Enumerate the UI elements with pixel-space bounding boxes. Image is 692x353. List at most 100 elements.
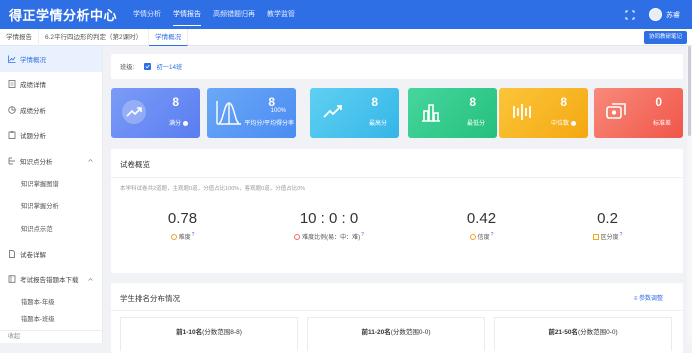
- sidebar-item-label: 知识点分析: [20, 158, 53, 166]
- overview-title: 试卷概览: [120, 160, 150, 169]
- paper-overview-card: 试卷概览 本学科试卷共2道题，主观题0道，分值占比100%，客观题0道，分值占比…: [111, 149, 683, 273]
- sidebar-item-scores[interactable]: 成绩详情: [0, 72, 102, 98]
- sidebar: 学情概况 成绩详情 成绩分析 试题分析 知识点分析 知识掌握图谱 知识掌握分析 …: [0, 46, 103, 343]
- metric-difficulty: 0.78 难度?: [111, 211, 254, 242]
- sidebar-item-label: 试题分析: [20, 133, 46, 141]
- sidebar-item-label: 考试报告错题本下载: [20, 277, 79, 285]
- scrollbar-thumb[interactable]: [688, 46, 691, 136]
- sidebar-item-label: 成绩分析: [20, 107, 46, 115]
- rank-box-21-50: 前21-50名(分数范围0-0): [494, 317, 672, 351]
- metric-discrimination: 0.2 区分度?: [536, 211, 679, 241]
- ranking-title: 学生排名分布情况: [120, 294, 180, 303]
- trend-up-icon: [122, 100, 146, 124]
- metric-difficulty-ratio: 10 : 0 : 0 难度比例(易：中：难)?: [254, 211, 404, 241]
- divider: [111, 310, 683, 311]
- stat-card-min-score: 8 最低分: [408, 88, 497, 138]
- stat-label: 最高分: [368, 121, 387, 127]
- crumb-exam[interactable]: 6.2平行四边形的判定（第2课时）: [39, 28, 150, 46]
- stat-value: 8: [371, 95, 378, 109]
- stat-card-full-score: 8 满分: [111, 88, 200, 138]
- stat-value: 0: [655, 95, 662, 109]
- crumb-report[interactable]: 学情报告: [0, 28, 39, 46]
- class-name[interactable]: 初一14班: [156, 62, 182, 71]
- metric-reliability: 0.42 信度?: [410, 210, 553, 242]
- help-icon: ?: [361, 232, 364, 238]
- trend-up-icon: [323, 105, 342, 118]
- rank-box-top-10: 前1-10名(分数范围8-8): [120, 317, 298, 351]
- sidebar-item-download[interactable]: 考试报告错题本下载: [0, 267, 102, 293]
- stat-card-std-dev: 0 标准差: [594, 88, 683, 138]
- median-icon: [513, 104, 531, 120]
- sidebar-subitem-knowledge-mastery[interactable]: 知识掌握分析: [0, 196, 102, 219]
- help-icon: ?: [490, 232, 494, 238]
- metric-label: 信度?: [410, 232, 553, 241]
- nav-item-supervision[interactable]: 教学监管: [261, 0, 301, 29]
- line-chart-icon: [8, 55, 16, 63]
- metric-value: 0.42: [466, 210, 497, 227]
- sidebar-item-label: 成绩详情: [20, 82, 46, 90]
- sidebar-subitem-knowledge-map[interactable]: 知识掌握图谱: [0, 174, 102, 197]
- overview-description: 本学科试卷共2道题，主观题0道，分值占比100%，客观题0道，分值占比0%: [120, 186, 306, 192]
- pie-chart-icon: [8, 106, 16, 114]
- ratio-icon: [294, 234, 301, 240]
- sidebar-item-overview[interactable]: 学情概况: [0, 46, 102, 72]
- file-icon: [9, 249, 15, 258]
- stat-card-max-score: 8 最高分: [310, 88, 399, 138]
- chevron-up-icon: [88, 277, 93, 281]
- clipboard-icon: [8, 131, 16, 140]
- stat-label: 中位数: [551, 118, 576, 127]
- sidebar-subitem-grade-book[interactable]: 错题本-年级: [0, 292, 102, 315]
- sidebar-item-knowledge-analysis[interactable]: 知识点分析: [0, 148, 102, 174]
- stat-value: 8: [172, 95, 179, 109]
- sidebar-collapse[interactable]: 收起: [0, 330, 102, 343]
- breadcrumb: 学情报告 6.2平行四边形的判定（第2课时） 学情概况 协同教研笔记: [0, 28, 692, 46]
- stat-label: 标准差: [652, 121, 671, 127]
- stat-label: 平均分/平均得分率: [244, 121, 294, 127]
- tree-icon: [8, 157, 15, 165]
- user-name[interactable]: 苏睿: [666, 10, 680, 20]
- smile-icon: [170, 234, 177, 240]
- sidebar-item-question-analysis[interactable]: 试题分析: [0, 123, 102, 149]
- nav-item-analysis[interactable]: 学情分析: [127, 0, 167, 29]
- variance-icon: [606, 103, 626, 119]
- metric-value: 0.2: [597, 210, 618, 227]
- info-icon: [571, 120, 576, 126]
- check-icon: [145, 64, 150, 69]
- class-filter: 班级: 初一14班: [111, 54, 683, 79]
- shield-icon: [469, 234, 476, 240]
- stat-sub-value: 100%: [270, 108, 286, 114]
- document-icon: [8, 80, 16, 89]
- help-icon: ?: [191, 232, 195, 238]
- class-checkbox[interactable]: [144, 63, 152, 70]
- collab-notes-button[interactable]: 协同教研笔记: [643, 31, 687, 44]
- sidebar-item-paper-detail[interactable]: 试卷详解: [0, 241, 102, 267]
- stat-card-average: 8 100% 平均分/平均得分率: [207, 88, 296, 138]
- avatar[interactable]: [649, 8, 662, 21]
- sidebar-subitem-knowledge-demo[interactable]: 知识点示范: [0, 219, 102, 242]
- param-adjust-link[interactable]: ≡ 参数调整: [634, 293, 663, 302]
- fullscreen-icon[interactable]: [625, 10, 635, 20]
- top-bar: 得正学情分析中心 学情分析 学情报告 高频错题归再 教学监管 苏睿: [0, 0, 692, 29]
- stat-value: 8: [268, 95, 275, 109]
- metric-label: 区分度?: [536, 232, 679, 241]
- nav-item-wrong-questions[interactable]: 高频错题归再: [207, 0, 261, 29]
- metric-label: 难度比例(易：中：难)?: [254, 232, 404, 241]
- sidebar-item-label: 学情概况: [20, 56, 46, 64]
- metric-value: 10 : 0 : 0: [299, 210, 359, 227]
- class-filter-label: 班级:: [120, 64, 135, 71]
- stat-label: 满分: [169, 118, 188, 127]
- sidebar-item-label: 试卷详解: [20, 251, 46, 259]
- metric-label: 难度?: [111, 232, 254, 241]
- stat-value: 8: [560, 95, 567, 109]
- sidebar-subitem-class-book[interactable]: 错题本-班级: [0, 315, 102, 325]
- stat-value: 8: [469, 95, 476, 109]
- book-icon: [8, 275, 16, 283]
- sidebar-item-score-analysis[interactable]: 成绩分析: [0, 97, 102, 123]
- stat-label: 最低分: [466, 121, 485, 127]
- nav-item-report[interactable]: 学情报告: [167, 0, 207, 29]
- bar-chart-icon: [592, 234, 599, 240]
- bell-curve-icon: [216, 101, 241, 125]
- crumb-overview[interactable]: 学情概况: [149, 28, 189, 46]
- brand-title: 得正学情分析中心: [9, 8, 118, 23]
- main-nav: 学情分析 学情报告 高频错题归再 教学监管: [127, 0, 301, 29]
